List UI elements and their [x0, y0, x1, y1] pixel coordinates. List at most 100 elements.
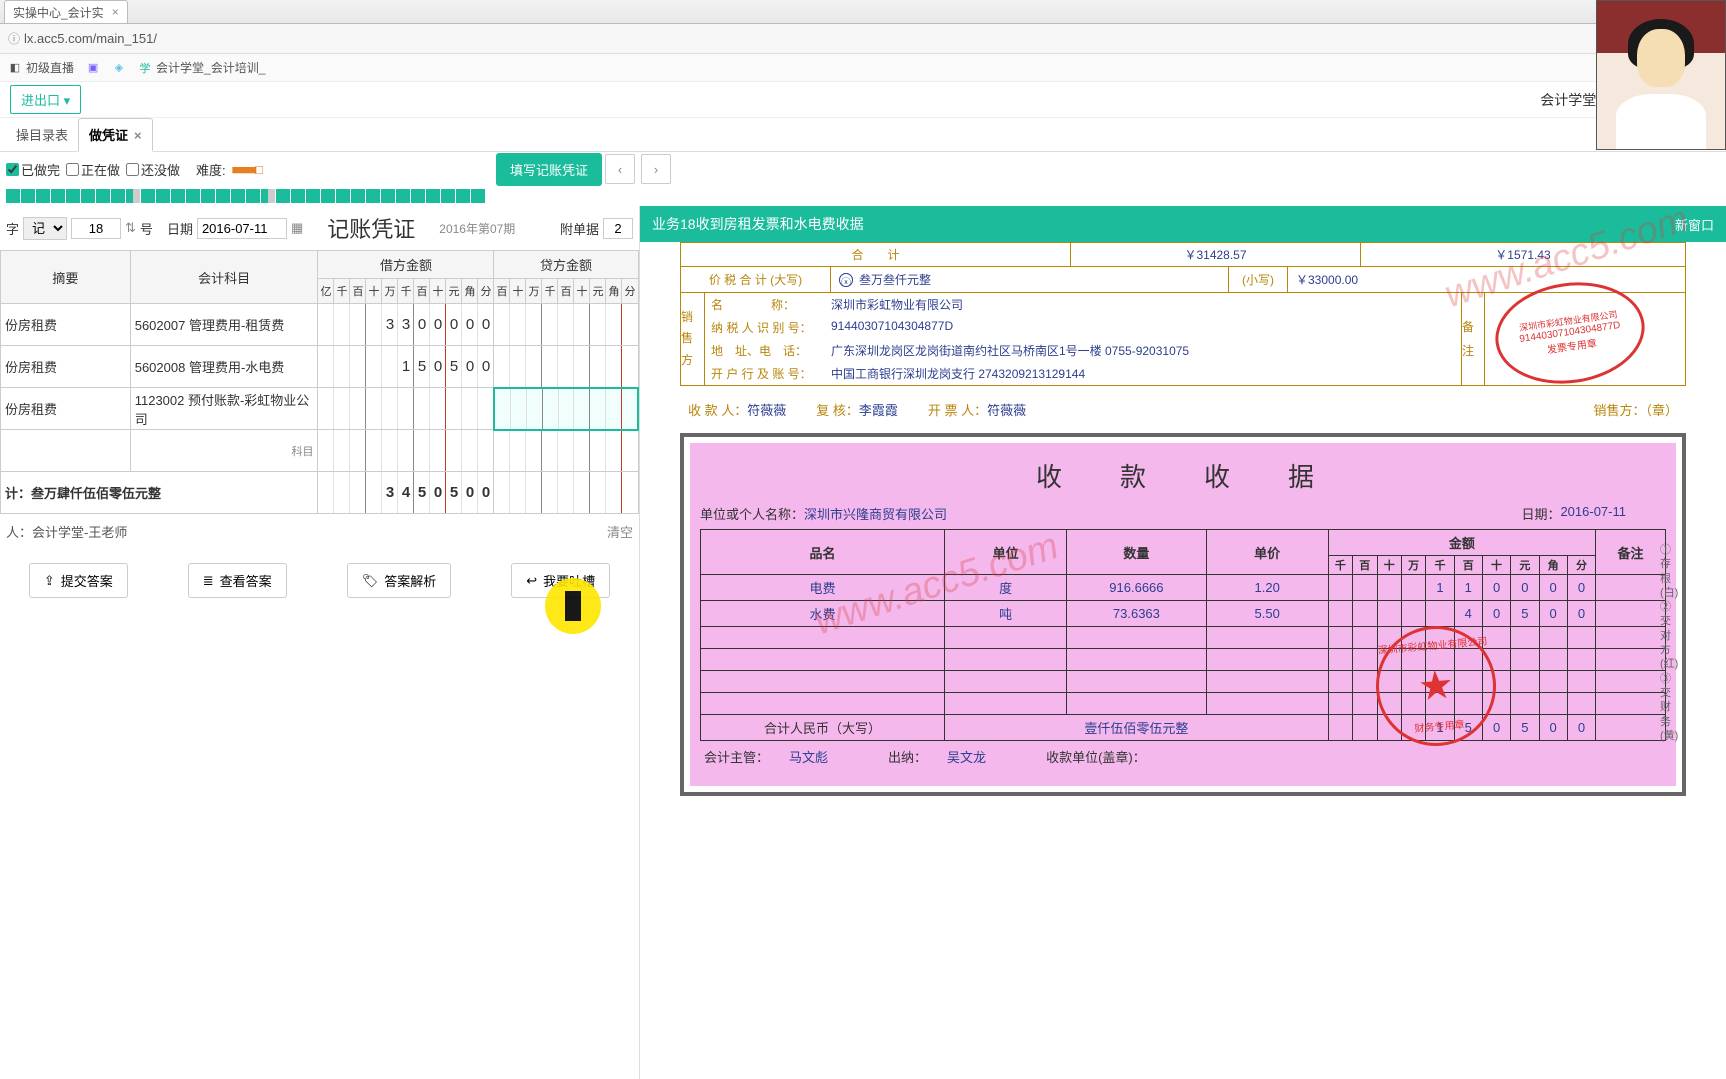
num-stepper-icon[interactable]: ⇅	[125, 220, 136, 236]
progress-cell[interactable]	[216, 189, 230, 203]
tab-close-icon[interactable]: ×	[112, 5, 119, 19]
summary-cell[interactable]: 份房租费	[1, 304, 131, 346]
next-button[interactable]: ›	[641, 154, 671, 184]
progress-cell[interactable]	[381, 189, 395, 203]
checkbox-todo[interactable]	[126, 163, 139, 176]
progress-cell[interactable]	[261, 189, 275, 203]
list-icon: ≣	[203, 573, 214, 589]
progress-cell[interactable]	[246, 189, 260, 203]
account-cell[interactable]: 5602007 管理费用-租赁费	[130, 304, 318, 346]
progress-cell[interactable]	[231, 189, 245, 203]
progress-cell[interactable]	[6, 189, 20, 203]
prev-button[interactable]: ‹	[605, 154, 635, 184]
bookmark-item[interactable]: ▣	[86, 61, 100, 75]
voucher-pane: 字 记 ⇅ 号 日期 ▦ 记账凭证 2016年第07期 附单据 摘要 会计科目	[0, 206, 640, 1079]
tab-close-icon[interactable]: ×	[134, 128, 142, 143]
progress-cell[interactable]	[321, 189, 335, 203]
view-answer-button[interactable]: ≣查看答案	[188, 563, 287, 598]
info-icon: ⓘ	[8, 30, 20, 47]
progress-cell[interactable]	[96, 189, 110, 203]
tab-catalog[interactable]: 操目录表	[6, 119, 78, 150]
submit-button[interactable]: ⇪提交答案	[29, 563, 128, 598]
progress-cell[interactable]	[441, 189, 455, 203]
inv-sum-amount: ￥31428.57	[1071, 243, 1361, 266]
progress-cell[interactable]	[411, 189, 425, 203]
remark-side-label: 备注	[1461, 293, 1485, 385]
seller-body: 名 称：深圳市彩虹物业有限公司 纳 税 人 识 别 号：914403071043…	[705, 293, 1461, 385]
filter-doing[interactable]: 正在做	[66, 160, 120, 179]
filter-done[interactable]: 已做完	[6, 160, 60, 179]
total-label: 计：叁万肆仟伍佰零伍元整	[1, 472, 318, 514]
date-label: 日期	[167, 219, 193, 238]
progress-cell[interactable]	[426, 189, 440, 203]
debit-cell[interactable]	[318, 388, 494, 430]
credit-cell[interactable]	[494, 388, 638, 430]
progress-cell[interactable]	[156, 189, 170, 203]
bookmark-item[interactable]: ◈	[112, 61, 126, 75]
circle-x-icon: ⓧ	[839, 273, 853, 287]
progress-cell[interactable]	[171, 189, 185, 203]
checkbox-doing[interactable]	[66, 163, 79, 176]
export-button[interactable]: 进出口 ▾	[10, 85, 81, 114]
reply-icon: ↩	[526, 573, 537, 589]
fill-voucher-button[interactable]: 填写记账凭证	[496, 153, 602, 186]
bookmark-item[interactable]: ◧初级直播	[8, 59, 74, 76]
tab-voucher[interactable]: 做凭证×	[78, 118, 153, 152]
progress-cell[interactable]	[81, 189, 95, 203]
attach-input[interactable]	[603, 218, 633, 239]
progress-cell[interactable]	[291, 189, 305, 203]
tag-icon: 🏷	[362, 573, 379, 589]
th-debit: 借方金额	[318, 251, 494, 279]
credit-cell[interactable]	[494, 346, 638, 388]
progress-cell[interactable]	[306, 189, 320, 203]
debit-cell[interactable]: 3300000	[318, 304, 494, 346]
voucher-type-select[interactable]: 记	[23, 217, 67, 240]
progress-cell[interactable]	[36, 189, 50, 203]
progress-cell[interactable]	[366, 189, 380, 203]
progress-cell[interactable]	[21, 189, 35, 203]
progress-cell[interactable]	[51, 189, 65, 203]
browser-tab[interactable]: 实操中心_会计实 ×	[4, 0, 128, 23]
bookmark-item[interactable]: 学会计学堂_会计培训_	[138, 59, 265, 76]
url-text: lx.acc5.com/main_151/	[24, 31, 157, 46]
progress-cell[interactable]	[276, 189, 290, 203]
progress-cell[interactable]	[126, 189, 140, 203]
progress-cell[interactable]	[66, 189, 80, 203]
nav-arrows: ‹ ›	[605, 154, 671, 184]
clear-button[interactable]: 清空	[607, 522, 633, 541]
progress-cell[interactable]	[336, 189, 350, 203]
voucher-number-input[interactable]	[71, 218, 121, 239]
progress-cell[interactable]	[186, 189, 200, 203]
progress-cell[interactable]	[141, 189, 155, 203]
account-cell[interactable]: 5602008 管理费用-水电费	[130, 346, 318, 388]
checkbox-done[interactable]	[6, 163, 19, 176]
url-bar[interactable]: ⓘ lx.acc5.com/main_151/	[0, 24, 1726, 54]
invoice-box: 合 计 ￥31428.57 ￥1571.43 价 税 合 计 (大写) ⓧ 叁万…	[680, 242, 1686, 386]
receipt-header: 单位或个人名称：深圳市兴隆商贸有限公司 日期：2016-07-11	[700, 504, 1666, 523]
date-input[interactable]	[197, 218, 287, 239]
progress-cell[interactable]	[111, 189, 125, 203]
star-icon: ★	[1416, 662, 1456, 711]
progress-cell[interactable]	[471, 189, 485, 203]
account-cell[interactable]: 1123002 预付账款-彩虹物业公司	[130, 388, 318, 430]
maker-label: 人：会计学堂-王老师	[6, 525, 127, 540]
business-title-bar: 业务18收到房租发票和水电费收据 新窗口	[640, 206, 1726, 242]
debit-cell[interactable]: 150500	[318, 346, 494, 388]
calendar-icon[interactable]: ▦	[291, 220, 303, 236]
th-credit: 贷方金额	[494, 251, 638, 279]
summary-cell[interactable]: 份房租费	[1, 346, 131, 388]
inv-cap-label: 价 税 合 计 (大写)	[681, 267, 831, 292]
credit-cell[interactable]	[494, 304, 638, 346]
progress-cell[interactable]	[201, 189, 215, 203]
progress-cell[interactable]	[456, 189, 470, 203]
progress-cell[interactable]	[351, 189, 365, 203]
progress-cell[interactable]	[396, 189, 410, 203]
summary-cell[interactable]: 份房租费	[1, 388, 131, 430]
difficulty-label: 难度:	[196, 160, 226, 179]
new-window-link[interactable]: 新窗口	[1675, 215, 1714, 234]
filter-todo[interactable]: 还没做	[126, 160, 180, 179]
app-top-bar: 进出口 ▾ 会计学堂-王老师 (SVIP会员)	[0, 82, 1726, 118]
attach-label: 附单据	[560, 219, 599, 238]
number-suffix: 号	[140, 219, 153, 238]
analysis-button[interactable]: 🏷答案解析	[347, 563, 452, 598]
